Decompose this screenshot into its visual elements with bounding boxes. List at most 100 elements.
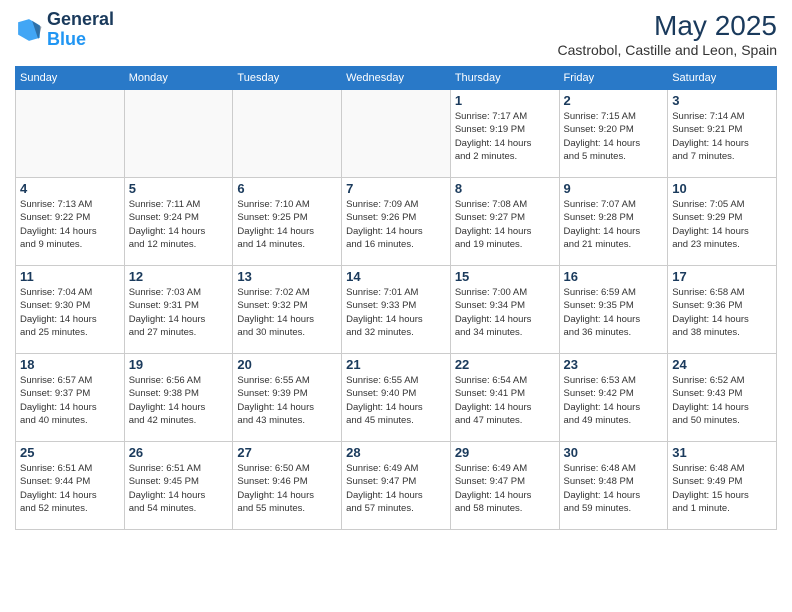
day-number: 21: [346, 357, 446, 372]
day-number: 13: [237, 269, 337, 284]
day-detail: Sunrise: 6:49 AM Sunset: 9:47 PM Dayligh…: [346, 462, 446, 515]
day-detail: Sunrise: 6:50 AM Sunset: 9:46 PM Dayligh…: [237, 462, 337, 515]
day-number: 19: [129, 357, 229, 372]
day-detail: Sunrise: 7:04 AM Sunset: 9:30 PM Dayligh…: [20, 286, 120, 339]
day-number: 17: [672, 269, 772, 284]
calendar-cell: 2Sunrise: 7:15 AM Sunset: 9:20 PM Daylig…: [559, 90, 668, 178]
calendar-cell: 10 Sunrise: 7:05 AM Sunset: 9:29 PM Dayli…: [668, 178, 777, 266]
calendar-cell: 22Sunrise: 6:54 AM Sunset: 9:41 PM Dayli…: [450, 354, 559, 442]
calendar-cell: 4 Sunrise: 7:13 AM Sunset: 9:22 PM Daylig…: [16, 178, 125, 266]
col-header-sunday: Sunday: [16, 67, 125, 90]
calendar-cell: [342, 90, 451, 178]
calendar-cell: 23Sunrise: 6:53 AM Sunset: 9:42 PM Dayli…: [559, 354, 668, 442]
calendar-cell: 3 Sunrise: 7:14 AM Sunset: 9:21 PM Daylig…: [668, 90, 777, 178]
calendar-cell: 18 Sunrise: 6:57 AM Sunset: 9:37 PM Dayli…: [16, 354, 125, 442]
col-header-monday: Monday: [124, 67, 233, 90]
main-title: May 2025: [558, 10, 777, 42]
day-detail: Sunrise: 7:10 AM Sunset: 9:25 PM Dayligh…: [237, 198, 337, 251]
calendar-body: 1Sunrise: 7:17 AM Sunset: 9:19 PM Daylig…: [16, 90, 777, 530]
col-header-thursday: Thursday: [450, 67, 559, 90]
day-detail: Sunrise: 6:52 AM Sunset: 9:43 PM Dayligh…: [672, 374, 772, 427]
day-detail: Sunrise: 6:51 AM Sunset: 9:45 PM Dayligh…: [129, 462, 229, 515]
calendar-cell: 29 Sunrise: 6:49 AM Sunset: 9:47 PM Dayli…: [450, 442, 559, 530]
day-number: 9: [564, 181, 664, 196]
day-detail: Sunrise: 7:07 AM Sunset: 9:28 PM Dayligh…: [564, 198, 664, 251]
day-detail: Sunrise: 7:14 AM Sunset: 9:21 PM Dayligh…: [672, 110, 772, 163]
day-number: 5: [129, 181, 229, 196]
day-detail: Sunrise: 7:15 AM Sunset: 9:20 PM Dayligh…: [564, 110, 664, 163]
day-number: 15: [455, 269, 555, 284]
calendar-cell: 16Sunrise: 6:59 AM Sunset: 9:35 PM Dayli…: [559, 266, 668, 354]
day-detail: Sunrise: 7:09 AM Sunset: 9:26 PM Dayligh…: [346, 198, 446, 251]
header: General Blue May 2025 Castrobol, Castill…: [15, 10, 777, 58]
calendar-cell: 30 Sunrise: 6:48 AM Sunset: 9:48 PM Dayli…: [559, 442, 668, 530]
logo-text: General Blue: [47, 10, 114, 50]
logo-icon: [15, 16, 43, 44]
week-row-1: 1Sunrise: 7:17 AM Sunset: 9:19 PM Daylig…: [16, 90, 777, 178]
day-number: 6: [237, 181, 337, 196]
day-number: 24: [672, 357, 772, 372]
logo: General Blue: [15, 10, 114, 50]
day-number: 1: [455, 93, 555, 108]
calendar-cell: 25 Sunrise: 6:51 AM Sunset: 9:44 PM Dayli…: [16, 442, 125, 530]
col-header-tuesday: Tuesday: [233, 67, 342, 90]
day-number: 18: [20, 357, 120, 372]
day-number: 10: [672, 181, 772, 196]
day-detail: Sunrise: 6:57 AM Sunset: 9:37 PM Dayligh…: [20, 374, 120, 427]
day-number: 29: [455, 445, 555, 460]
day-detail: Sunrise: 7:01 AM Sunset: 9:33 PM Dayligh…: [346, 286, 446, 339]
day-number: 31: [672, 445, 772, 460]
page: General Blue May 2025 Castrobol, Castill…: [0, 0, 792, 612]
day-detail: Sunrise: 6:51 AM Sunset: 9:44 PM Dayligh…: [20, 462, 120, 515]
day-number: 7: [346, 181, 446, 196]
calendar-cell: 17 Sunrise: 6:58 AM Sunset: 9:36 PM Dayli…: [668, 266, 777, 354]
day-detail: Sunrise: 6:55 AM Sunset: 9:39 PM Dayligh…: [237, 374, 337, 427]
day-detail: Sunrise: 7:11 AM Sunset: 9:24 PM Dayligh…: [129, 198, 229, 251]
subtitle: Castrobol, Castille and Leon, Spain: [558, 42, 777, 58]
calendar-cell: 28Sunrise: 6:49 AM Sunset: 9:47 PM Dayli…: [342, 442, 451, 530]
calendar-cell: 6 Sunrise: 7:10 AM Sunset: 9:25 PM Daylig…: [233, 178, 342, 266]
col-header-saturday: Saturday: [668, 67, 777, 90]
day-number: 3: [672, 93, 772, 108]
calendar-cell: 7 Sunrise: 7:09 AM Sunset: 9:26 PM Daylig…: [342, 178, 451, 266]
day-detail: Sunrise: 7:00 AM Sunset: 9:34 PM Dayligh…: [455, 286, 555, 339]
calendar-cell: 8 Sunrise: 7:08 AM Sunset: 9:27 PM Daylig…: [450, 178, 559, 266]
day-number: 26: [129, 445, 229, 460]
calendar-cell: 31 Sunrise: 6:48 AM Sunset: 9:49 PM Dayli…: [668, 442, 777, 530]
day-detail: Sunrise: 6:58 AM Sunset: 9:36 PM Dayligh…: [672, 286, 772, 339]
col-header-friday: Friday: [559, 67, 668, 90]
calendar-cell: 19Sunrise: 6:56 AM Sunset: 9:38 PM Dayli…: [124, 354, 233, 442]
title-block: May 2025 Castrobol, Castille and Leon, S…: [558, 10, 777, 58]
day-number: 11: [20, 269, 120, 284]
calendar-cell: 13Sunrise: 7:02 AM Sunset: 9:32 PM Dayli…: [233, 266, 342, 354]
day-detail: Sunrise: 6:48 AM Sunset: 9:48 PM Dayligh…: [564, 462, 664, 515]
week-row-2: 4 Sunrise: 7:13 AM Sunset: 9:22 PM Daylig…: [16, 178, 777, 266]
calendar-cell: [124, 90, 233, 178]
day-detail: Sunrise: 7:03 AM Sunset: 9:31 PM Dayligh…: [129, 286, 229, 339]
day-number: 20: [237, 357, 337, 372]
day-number: 25: [20, 445, 120, 460]
calendar-header: SundayMondayTuesdayWednesdayThursdayFrid…: [16, 67, 777, 90]
calendar-cell: [233, 90, 342, 178]
day-detail: Sunrise: 6:54 AM Sunset: 9:41 PM Dayligh…: [455, 374, 555, 427]
calendar-cell: 5 Sunrise: 7:11 AM Sunset: 9:24 PM Daylig…: [124, 178, 233, 266]
col-header-wednesday: Wednesday: [342, 67, 451, 90]
week-row-4: 18 Sunrise: 6:57 AM Sunset: 9:37 PM Dayli…: [16, 354, 777, 442]
day-number: 16: [564, 269, 664, 284]
day-detail: Sunrise: 7:13 AM Sunset: 9:22 PM Dayligh…: [20, 198, 120, 251]
calendar-cell: 9 Sunrise: 7:07 AM Sunset: 9:28 PM Daylig…: [559, 178, 668, 266]
day-detail: Sunrise: 6:49 AM Sunset: 9:47 PM Dayligh…: [455, 462, 555, 515]
calendar-cell: 14Sunrise: 7:01 AM Sunset: 9:33 PM Dayli…: [342, 266, 451, 354]
calendar-cell: 1Sunrise: 7:17 AM Sunset: 9:19 PM Daylig…: [450, 90, 559, 178]
day-detail: Sunrise: 6:55 AM Sunset: 9:40 PM Dayligh…: [346, 374, 446, 427]
calendar-cell: 24 Sunrise: 6:52 AM Sunset: 9:43 PM Dayli…: [668, 354, 777, 442]
day-number: 8: [455, 181, 555, 196]
day-detail: Sunrise: 7:08 AM Sunset: 9:27 PM Dayligh…: [455, 198, 555, 251]
day-number: 4: [20, 181, 120, 196]
day-detail: Sunrise: 7:05 AM Sunset: 9:29 PM Dayligh…: [672, 198, 772, 251]
day-number: 30: [564, 445, 664, 460]
day-detail: Sunrise: 6:48 AM Sunset: 9:49 PM Dayligh…: [672, 462, 772, 515]
calendar-cell: [16, 90, 125, 178]
calendar-cell: 20 Sunrise: 6:55 AM Sunset: 9:39 PM Dayli…: [233, 354, 342, 442]
calendar-cell: 15 Sunrise: 7:00 AM Sunset: 9:34 PM Dayli…: [450, 266, 559, 354]
